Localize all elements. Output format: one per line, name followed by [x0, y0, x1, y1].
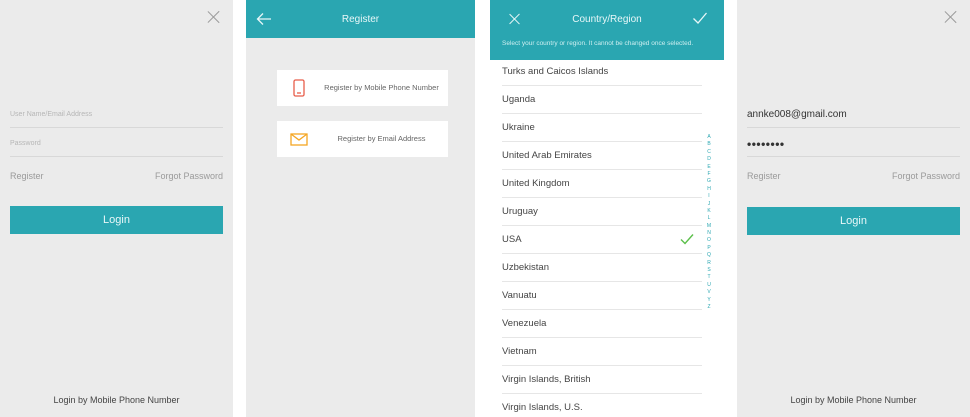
index-letter[interactable]: S	[705, 267, 713, 274]
country-item[interactable]: Uruguay	[502, 198, 702, 226]
country-item[interactable]: Vanuatu	[502, 282, 702, 310]
country-item[interactable]: Ukraine	[502, 114, 702, 142]
mobile-login-link[interactable]: Login by Mobile Phone Number	[737, 395, 970, 405]
index-letter[interactable]: Z	[705, 304, 713, 311]
register-by-phone-option[interactable]: Register by Mobile Phone Number	[277, 70, 448, 106]
index-letter[interactable]: J	[705, 201, 713, 208]
password-input[interactable]: ••••••••	[747, 131, 960, 157]
envelope-icon	[290, 133, 308, 146]
page-title: Country/Region	[572, 14, 642, 25]
register-by-email-option[interactable]: Register by Email Address	[277, 121, 448, 157]
country-item[interactable]: United Arab Emirates	[502, 142, 702, 170]
register-screen: Register Register by Mobile Phone Number…	[246, 0, 475, 417]
phone-icon	[293, 79, 305, 97]
index-letter[interactable]: R	[705, 260, 713, 267]
country-name: Virgin Islands, U.S.	[502, 402, 583, 413]
country-item[interactable]: Vietnam	[502, 338, 702, 366]
index-letter[interactable]: B	[705, 141, 713, 148]
index-letter[interactable]: I	[705, 193, 713, 200]
index-letter[interactable]: P	[705, 245, 713, 252]
mobile-login-link[interactable]: Login by Mobile Phone Number	[0, 395, 233, 405]
index-letter[interactable]: F	[705, 171, 713, 178]
country-item[interactable]: Uzbekistan	[502, 254, 702, 282]
index-letter[interactable]: M	[705, 223, 713, 230]
country-item[interactable]: Venezuela	[502, 310, 702, 338]
login-button[interactable]: Login	[747, 207, 960, 235]
country-name: United Kingdom	[502, 178, 570, 189]
country-name: Vanuatu	[502, 290, 537, 301]
confirm-check-icon[interactable]	[692, 11, 708, 25]
close-icon[interactable]	[205, 8, 223, 26]
country-region-screen: Country/Region Select your country or re…	[490, 0, 724, 417]
index-letter[interactable]: Y	[705, 297, 713, 304]
index-letter[interactable]: C	[705, 149, 713, 156]
country-name: Virgin Islands, British	[502, 374, 591, 385]
country-item[interactable]: United Kingdom	[502, 170, 702, 198]
index-letter[interactable]: Q	[705, 252, 713, 259]
index-letter[interactable]: D	[705, 156, 713, 163]
country-item[interactable]: Virgin Islands, U.S.	[502, 394, 702, 417]
country-hint: Select your country or region. It cannot…	[502, 40, 694, 47]
index-letter[interactable]: T	[705, 274, 713, 281]
country-name: Venezuela	[502, 318, 547, 329]
forgot-password-link[interactable]: Forgot Password	[155, 171, 223, 181]
country-item[interactable]: Uganda	[502, 86, 702, 114]
alphabet-index-bar[interactable]: A B C D E F G H I J K L M N O P Q R S T …	[705, 134, 713, 311]
country-item-selected[interactable]: USA	[502, 226, 702, 254]
page-title: Register	[341, 14, 380, 25]
index-letter[interactable]: O	[705, 237, 713, 244]
country-name: Uzbekistan	[502, 262, 549, 273]
index-letter[interactable]: E	[705, 164, 713, 171]
password-input[interactable]: Password	[10, 131, 223, 157]
username-input[interactable]: annke008@gmail.com	[747, 102, 960, 128]
login-screen-empty: User Name/Email Address Password Registe…	[0, 0, 233, 417]
register-by-phone-label: Register by Mobile Phone Number	[324, 83, 439, 92]
index-letter[interactable]: L	[705, 215, 713, 222]
register-link[interactable]: Register	[747, 171, 781, 181]
country-name: Ukraine	[502, 122, 535, 133]
country-name: USA	[502, 234, 522, 245]
forgot-password-link[interactable]: Forgot Password	[892, 171, 960, 181]
auth-links: Register Forgot Password	[10, 171, 223, 191]
index-letter[interactable]: U	[705, 282, 713, 289]
country-header: Country/Region Select your country or re…	[490, 0, 724, 60]
country-name: United Arab Emirates	[502, 150, 592, 161]
close-icon[interactable]	[942, 8, 960, 26]
auth-links: Register Forgot Password	[747, 171, 960, 191]
country-name: Turks and Caicos Islands	[502, 66, 609, 77]
username-input[interactable]: User Name/Email Address	[10, 102, 223, 128]
selected-check-icon	[680, 234, 694, 245]
country-name: Uruguay	[502, 206, 538, 217]
index-letter[interactable]: V	[705, 289, 713, 296]
country-item[interactable]: Virgin Islands, British	[502, 366, 702, 394]
index-letter[interactable]: A	[705, 134, 713, 141]
register-by-email-label: Register by Email Address	[337, 134, 426, 143]
login-button[interactable]: Login	[10, 206, 223, 234]
register-link[interactable]: Register	[10, 171, 44, 181]
index-letter[interactable]: K	[705, 208, 713, 215]
index-letter[interactable]: H	[705, 186, 713, 193]
country-name: Uganda	[502, 94, 536, 105]
register-header: Register	[246, 0, 475, 38]
login-screen-filled: annke008@gmail.com •••••••• Register For…	[737, 0, 970, 417]
country-name: Vietnam	[502, 346, 537, 357]
index-letter[interactable]: G	[705, 178, 713, 185]
country-item[interactable]: Turks and Caicos Islands	[502, 58, 702, 86]
index-letter[interactable]: N	[705, 230, 713, 237]
